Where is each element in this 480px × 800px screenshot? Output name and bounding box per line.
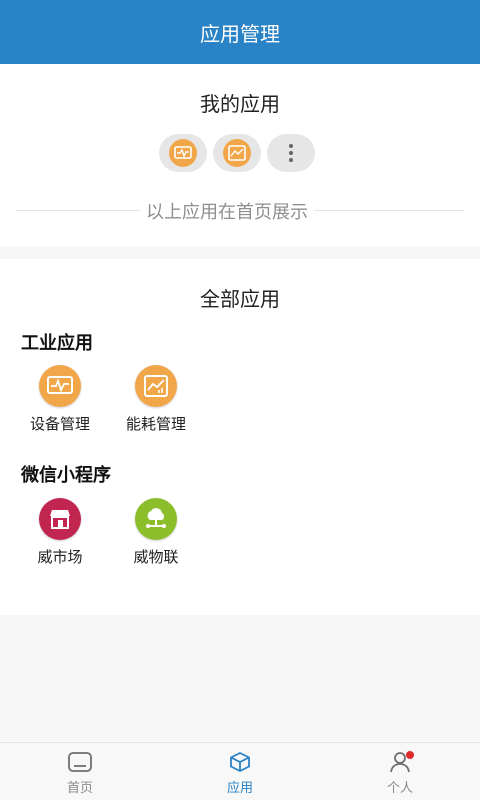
tab-apps[interactable]: 应用 xyxy=(200,751,280,796)
homepage-hint: 以上应用在首页展示 xyxy=(140,198,314,224)
my-app-energy-management[interactable] xyxy=(213,134,261,172)
app-device-management[interactable]: 设备管理 xyxy=(15,365,105,434)
my-apps-section: 我的应用 以上应用在首页展示 xyxy=(0,64,480,246)
tab-personal[interactable]: 个人 xyxy=(360,751,440,796)
cube-icon xyxy=(230,751,250,773)
more-icon xyxy=(289,144,293,162)
app-energy-management[interactable]: 能耗管理 xyxy=(111,365,201,434)
app-label: 设备管理 xyxy=(29,415,90,433)
app-label: 威物联 xyxy=(133,548,179,566)
app-header: 应用管理 xyxy=(0,0,480,64)
my-apps-title: 我的应用 xyxy=(200,92,280,116)
app-wei-market[interactable]: 威市场 xyxy=(15,498,105,567)
app-label: 威市场 xyxy=(37,548,83,566)
all-apps-title: 全部应用 xyxy=(200,287,280,311)
app-wei-iot[interactable]: 威物联 xyxy=(111,498,201,567)
tab-label: 应用 xyxy=(226,781,253,796)
tab-home[interactable]: 首页 xyxy=(40,751,120,796)
notification-badge xyxy=(406,751,414,759)
page-title: 应用管理 xyxy=(200,21,280,46)
bottom-tab-bar: 首页 应用 个人 xyxy=(0,742,480,800)
more-apps-button[interactable] xyxy=(267,134,315,172)
group-title-industrial: 工业应用 xyxy=(21,333,93,354)
group-title-wechat-mini-programs: 微信小程序 xyxy=(21,465,111,486)
market-store-icon xyxy=(39,498,81,540)
tab-label: 首页 xyxy=(66,781,93,796)
app-label: 能耗管理 xyxy=(125,415,186,433)
tab-label: 个人 xyxy=(386,781,413,796)
iot-cloud-icon xyxy=(135,498,177,540)
all-apps-section: 全部应用 工业应用 设备管理 能耗管理 微信小程序 威市场 威物联 xyxy=(0,259,480,615)
my-apps-icon-row xyxy=(159,134,315,172)
home-icon xyxy=(68,752,92,772)
device-monitor-icon xyxy=(39,365,81,407)
energy-chart-icon xyxy=(223,139,251,167)
my-app-device-management[interactable] xyxy=(159,134,207,172)
energy-chart-icon xyxy=(135,365,177,407)
device-monitor-icon xyxy=(169,139,197,167)
